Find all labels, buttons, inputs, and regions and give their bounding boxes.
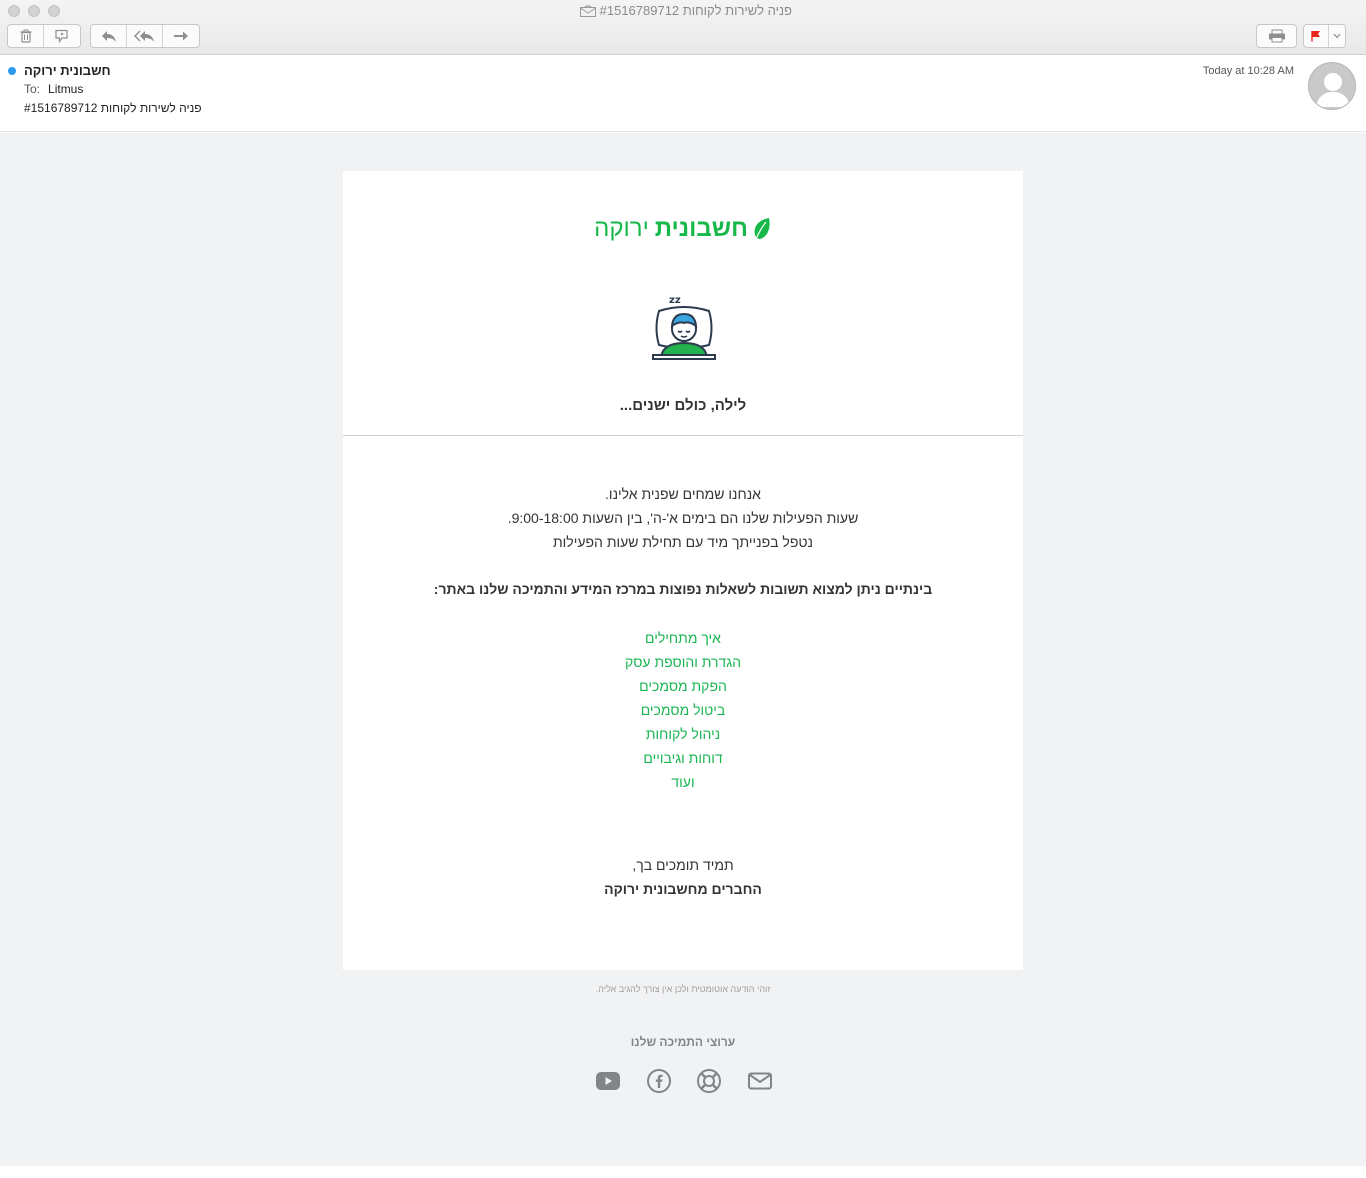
flag-menu-button[interactable] <box>1329 25 1345 47</box>
link-business-setup[interactable]: הגדרת והוספת עסק <box>343 650 1023 674</box>
junk-button[interactable] <box>44 25 80 47</box>
recipient-name[interactable]: Litmus <box>48 82 83 96</box>
window-title: פניה לשירות לקוחות #1516789712 <box>0 3 1366 20</box>
reply-forward-group <box>90 24 200 48</box>
window-title-text: פניה לשירות לקוחות #1516789712 <box>599 3 792 18</box>
brand-name-light: ירוקה <box>594 215 649 242</box>
support-channels <box>595 1068 773 1094</box>
reply-icon <box>101 31 116 42</box>
sender-name[interactable]: חשבונית ירוקה <box>24 63 111 78</box>
facebook-icon[interactable] <box>646 1068 672 1094</box>
trash-icon <box>20 29 31 43</box>
unread-indicator <box>8 67 16 75</box>
reply-all-icon <box>133 30 154 42</box>
brand-name-bold: חשבונית <box>654 215 748 242</box>
forward-icon <box>174 31 188 41</box>
link-more[interactable]: ועוד <box>343 770 1023 794</box>
link-getting-started[interactable]: איך מתחילים <box>343 626 1023 650</box>
message-header: חשבונית ירוקה To: Litmus פניה לשירות לקוח… <box>0 55 1366 132</box>
envelope-icon <box>580 4 596 20</box>
help-links: איך מתחילים הגדרת והוספת עסק הפקת מסמכים… <box>343 626 1023 794</box>
link-issue-documents[interactable]: הפקת מסמכים <box>343 674 1023 698</box>
window-bottom-edge <box>0 1166 1366 1178</box>
recipient-line: To: Litmus <box>24 82 83 96</box>
chevron-down-icon <box>1333 33 1341 39</box>
sleeping-person-icon: zz <box>652 295 716 360</box>
leaf-icon <box>754 218 770 240</box>
signoff: תמיד תומכים בך, <box>632 857 734 873</box>
title-bar: פניה לשירות לקוחות #1516789712 <box>0 0 1366 55</box>
reply-button[interactable] <box>91 25 127 47</box>
trash-button[interactable] <box>8 25 44 47</box>
mail-icon[interactable] <box>747 1068 773 1094</box>
youtube-icon[interactable] <box>595 1068 621 1094</box>
avatar <box>1308 62 1356 110</box>
to-label: To: <box>24 82 41 96</box>
night-heading: לילה, כולם ישנים... <box>619 397 747 414</box>
person-silhouette-icon <box>1316 73 1350 107</box>
print-button[interactable] <box>1257 25 1296 47</box>
svg-text:zz: zz <box>669 295 681 306</box>
email-card: חשבונית ירוקה zz לילה, כולם ישנים... אנח… <box>343 171 1023 970</box>
print-icon <box>1268 29 1285 43</box>
hours-line: שעות הפעילות שלנו הם בימים א'-ה', בין הש… <box>507 510 859 526</box>
flag-icon <box>1311 31 1321 42</box>
link-reports-backups[interactable]: דוחות וגיבויים <box>343 746 1023 770</box>
section-divider <box>343 435 1023 436</box>
delete-junk-group <box>7 24 81 48</box>
print-group <box>1256 24 1297 48</box>
email-body: חשבונית ירוקה zz לילה, כולם ישנים... אנח… <box>0 133 1366 1166</box>
message-subject: פניה לשירות לקוחות #1516789712 <box>24 101 202 115</box>
brand-logo: חשבונית ירוקה <box>343 215 1023 243</box>
junk-icon <box>55 29 68 43</box>
flag-button[interactable] <box>1304 25 1330 47</box>
forward-button[interactable] <box>163 25 199 47</box>
signature: החברים מחשבונית ירוקה <box>604 881 762 897</box>
followup-line: נטפל בפנייתך מיד עם תחילת שעות הפעילות <box>553 534 813 550</box>
thanks-line: אנחנו שמחים שפנית אלינו. <box>605 486 761 502</box>
reply-all-button[interactable] <box>127 25 163 47</box>
flag-group <box>1303 24 1346 48</box>
faq-intro: בינתיים ניתן למצוא תשובות לשאלות נפוצות … <box>433 581 933 597</box>
support-channels-title: ערוצי התמיכה שלנו <box>630 1035 736 1049</box>
link-customer-management[interactable]: ניהול לקוחות <box>343 722 1023 746</box>
auto-message-note: זוהי הודעה אוטומטית ולכן אין צורך להגיב … <box>595 984 771 994</box>
mail-window: פניה לשירות לקוחות #1516789712 חשבונית י… <box>0 0 1366 1178</box>
lifebuoy-icon[interactable] <box>696 1068 722 1094</box>
link-cancel-documents[interactable]: ביטול מסמכים <box>343 698 1023 722</box>
message-date: Today at 10:28 AM <box>1202 65 1294 77</box>
